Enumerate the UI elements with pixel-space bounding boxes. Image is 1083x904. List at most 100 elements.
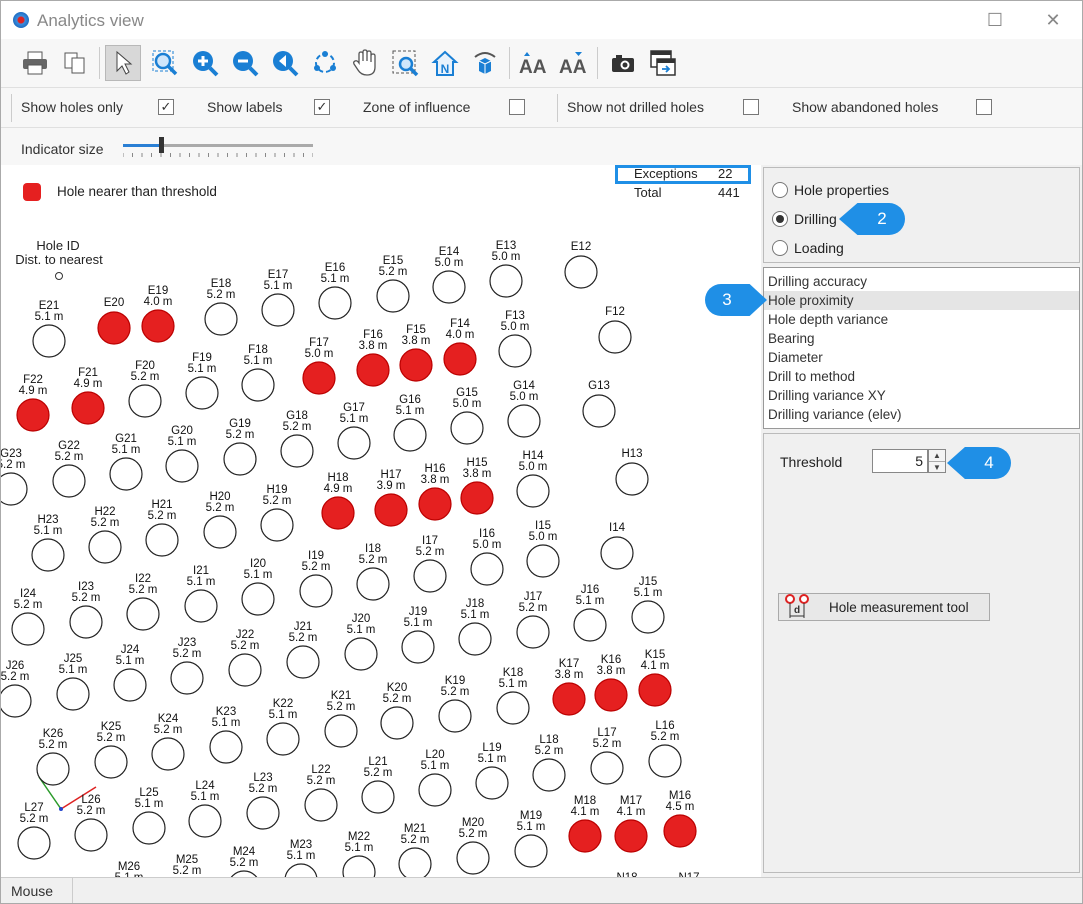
radio-drilling[interactable]: Drilling [772, 209, 837, 229]
hole-g16[interactable]: G165.1 m [393, 394, 427, 452]
show-labels-checkbox[interactable]: ✓ [314, 99, 330, 115]
decrease-text-size-icon[interactable]: AA [555, 45, 591, 81]
zoom-extents-icon[interactable] [387, 45, 423, 81]
hole-k24[interactable]: K245.2 m [151, 713, 185, 771]
hole-marker[interactable] [151, 737, 185, 771]
hole-g18[interactable]: G185.2 m [280, 410, 314, 468]
hole-marker[interactable] [241, 368, 275, 402]
hole-k26[interactable]: K265.2 m [36, 728, 70, 786]
threshold-increment-button[interactable]: ▲ [929, 450, 945, 461]
hole-marker[interactable] [638, 673, 672, 707]
list-item-drill-to-method[interactable]: Drill to method [764, 367, 1079, 386]
hole-k23[interactable]: K235.1 m [209, 706, 243, 764]
hole-l17[interactable]: L175.2 m [590, 727, 624, 785]
hole-marker[interactable] [304, 788, 338, 822]
hole-marker[interactable] [413, 559, 447, 593]
list-item-hole-depth-variance[interactable]: Hole depth variance [764, 310, 1079, 329]
hole-marker[interactable] [450, 411, 484, 445]
hole-e12[interactable]: E12 [564, 241, 598, 289]
analysis-listbox[interactable]: Drilling accuracy Hole proximity Hole de… [763, 267, 1080, 429]
hole-l20[interactable]: L205.1 m [418, 749, 452, 807]
hole-marker[interactable] [88, 530, 122, 564]
hole-k17[interactable]: K173.8 m [552, 658, 586, 716]
hole-f19[interactable]: F195.1 m [185, 352, 219, 410]
hole-l23[interactable]: L235.2 m [246, 772, 280, 830]
hole-marker[interactable] [615, 462, 649, 496]
hole-i18[interactable]: I185.2 m [356, 543, 390, 601]
hole-marker[interactable] [286, 645, 320, 679]
hole-marker[interactable] [209, 730, 243, 764]
hole-marker[interactable] [318, 286, 352, 320]
hole-marker[interactable] [246, 796, 280, 830]
hole-f12[interactable]: F12 [598, 306, 632, 354]
hole-marker[interactable] [598, 320, 632, 354]
hole-marker[interactable] [507, 404, 541, 438]
hole-j21[interactable]: J215.2 m [286, 621, 320, 679]
north-view-icon[interactable]: N [427, 45, 463, 81]
hole-marker[interactable] [399, 348, 433, 382]
hole-j16[interactable]: J165.1 m [573, 584, 607, 642]
hole-marker[interactable] [532, 758, 566, 792]
hole-marker[interactable] [261, 293, 295, 327]
hole-m18[interactable]: M184.1 m [568, 795, 602, 853]
hole-marker[interactable] [418, 773, 452, 807]
hole-marker[interactable] [398, 847, 432, 877]
hole-i17[interactable]: I175.2 m [413, 535, 447, 593]
hole-marker[interactable] [344, 637, 378, 671]
hole-marker[interactable] [564, 255, 598, 289]
hole-marker[interactable] [69, 605, 103, 639]
hole-marker[interactable] [223, 442, 257, 476]
zoom-out-icon[interactable] [227, 45, 263, 81]
hole-g20[interactable]: G205.1 m [165, 425, 199, 483]
hole-m23[interactable]: M235.1 m [284, 839, 318, 877]
hole-k16[interactable]: K163.8 m [594, 654, 628, 712]
hole-marker[interactable] [302, 361, 336, 395]
hole-f21[interactable]: F214.9 m [71, 367, 105, 425]
hole-marker[interactable] [552, 682, 586, 716]
hole-marker[interactable] [648, 744, 682, 778]
hole-f15[interactable]: F153.8 m [399, 324, 433, 382]
hole-marker[interactable] [284, 863, 318, 877]
export-view-icon[interactable] [645, 45, 681, 81]
hole-m20[interactable]: M205.2 m [456, 817, 490, 875]
hole-f16[interactable]: F163.8 m [356, 329, 390, 387]
hole-e16[interactable]: E165.1 m [318, 262, 352, 320]
radio-hole-properties-button[interactable] [772, 182, 788, 198]
hole-e19[interactable]: E194.0 m [141, 285, 175, 343]
hole-m24[interactable]: M245.2 m [228, 846, 260, 877]
hole-marker[interactable] [36, 752, 70, 786]
hole-marker[interactable] [228, 653, 262, 687]
hole-f18[interactable]: F185.1 m [241, 344, 275, 402]
hole-e18[interactable]: E185.2 m [204, 278, 238, 336]
hole-marker[interactable] [16, 398, 50, 432]
hole-f14[interactable]: F144.0 m [443, 318, 477, 376]
hole-marker[interactable] [170, 661, 204, 695]
hole-e21[interactable]: E215.1 m [32, 300, 66, 358]
camera-icon[interactable] [605, 45, 641, 81]
hole-h16[interactable]: H163.8 m [418, 463, 452, 521]
hole-marker[interactable] [132, 811, 166, 845]
list-item-bearing[interactable]: Bearing [764, 329, 1079, 348]
list-item-hole-proximity[interactable]: Hole proximity [764, 291, 1079, 310]
hole-marker[interactable] [361, 780, 395, 814]
hole-marker[interactable] [94, 745, 128, 779]
hole-marker[interactable] [600, 536, 634, 570]
hole-marker[interactable] [516, 474, 550, 508]
hole-marker[interactable] [498, 334, 532, 368]
hole-g21[interactable]: G215.1 m [109, 433, 143, 491]
print-icon[interactable] [17, 45, 53, 81]
hole-marker[interactable] [17, 826, 51, 860]
hole-i14[interactable]: I14 [600, 522, 634, 570]
hole-marker[interactable] [188, 804, 222, 838]
hole-marker[interactable] [203, 515, 237, 549]
hole-g17[interactable]: G175.1 m [337, 402, 371, 460]
hole-marker[interactable] [374, 493, 408, 527]
radio-drilling-button[interactable] [772, 211, 788, 227]
hole-m21[interactable]: M215.2 m [398, 823, 432, 877]
hole-j15[interactable]: J155.1 m [631, 576, 665, 634]
hole-m22[interactable]: M225.1 m [342, 831, 376, 877]
orbit-icon[interactable] [307, 45, 343, 81]
hole-i21[interactable]: I215.1 m [184, 565, 218, 623]
hole-h14[interactable]: H145.0 m [516, 450, 550, 508]
hole-m17[interactable]: M174.1 m [614, 795, 648, 853]
